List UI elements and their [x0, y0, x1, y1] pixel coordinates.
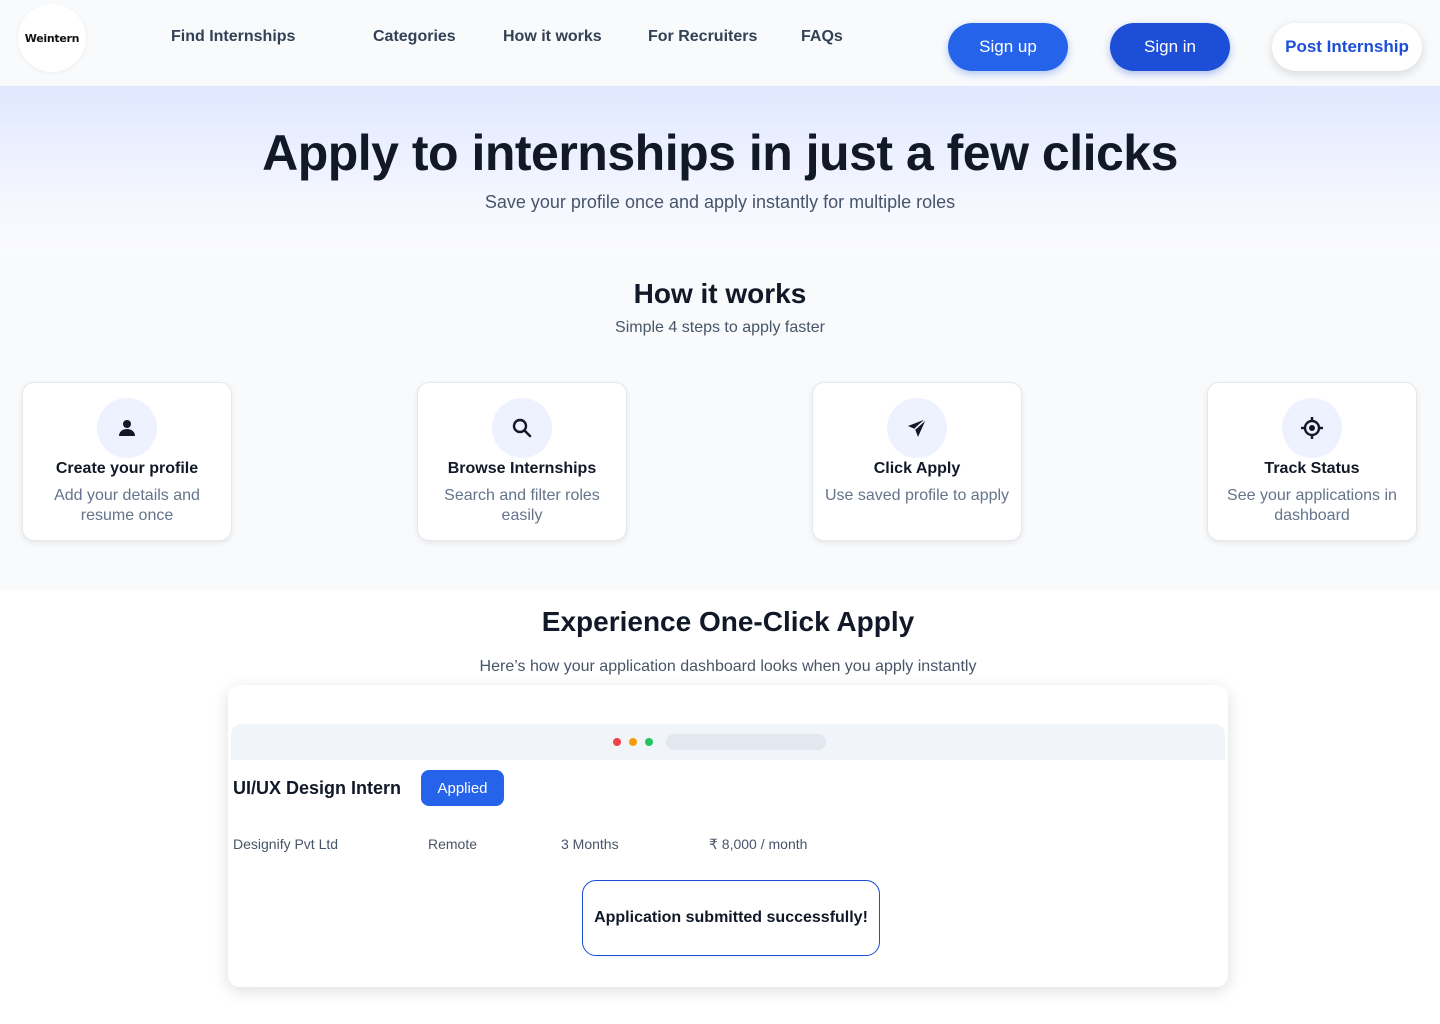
dashboard-preview-window: UI/UX Design Intern Applied Designify Pv… [228, 685, 1228, 987]
top-navbar: Weintern Find Internships Categories How… [0, 0, 1440, 86]
status-badge: Applied [421, 770, 504, 806]
nav-link-for-recruiters[interactable]: For Recruiters [648, 28, 757, 46]
experience-subtitle: Here’s how your application dashboard lo… [479, 658, 977, 675]
sign-up-button[interactable]: Sign up [948, 23, 1068, 71]
job-title: UI/UX Design Intern [233, 778, 402, 798]
job-location: Remote [428, 836, 478, 852]
nav-link-categories[interactable]: Categories [373, 28, 456, 46]
logo-text: Weintern [24, 31, 80, 45]
success-toast: Application submitted successfully! [582, 880, 880, 956]
hero-subtitle: Save your profile once and apply instant… [484, 192, 956, 212]
window-minimize-dot [629, 738, 637, 746]
target-icon [1282, 398, 1342, 458]
section-subtitle: Simple 4 steps to apply faster [615, 319, 825, 336]
hero-title: Apply to internships in just a few click… [262, 125, 1178, 181]
step-title: Create your profile [55, 460, 199, 477]
address-bar [666, 734, 826, 750]
step-title: Click Apply [873, 460, 961, 477]
nav-link-find-internships[interactable]: Find Internships [171, 28, 295, 46]
weintern-logo[interactable]: Weintern [18, 4, 86, 72]
window-close-dot [613, 738, 621, 746]
window-maximize-dot [645, 738, 653, 746]
browser-title-bar [231, 724, 1225, 760]
nav-link-faqs[interactable]: FAQs [801, 28, 843, 46]
step-description: Search and filter roles easily [444, 487, 600, 524]
step-card-track-status: Track Status See your applications in da… [1207, 382, 1417, 541]
hero-section: Apply to internships in just a few click… [0, 86, 1440, 252]
experience-title: Experience One-Click Apply [541, 606, 915, 637]
step-card-browse-internships: Browse Internships Search and filter rol… [417, 382, 627, 541]
how-it-works-section: How it works Simple 4 steps to apply fas… [0, 252, 1440, 590]
step-title: Track Status [1264, 460, 1360, 477]
section-title: How it works [633, 278, 807, 309]
step-title: Browse Internships [447, 460, 597, 477]
step-card-create-profile: Create your profile Add your details and… [22, 382, 232, 541]
step-description: See your applications in dashboard [1227, 487, 1397, 524]
company-name: Designify Pvt Ltd [233, 836, 339, 852]
post-internship-button[interactable]: Post Internship [1272, 23, 1422, 71]
sign-in-button[interactable]: Sign in [1110, 23, 1230, 71]
step-description: Use saved profile to apply [824, 487, 1010, 504]
job-duration: 3 Months [561, 836, 619, 852]
job-stipend: ₹ 8,000 / month [709, 836, 808, 852]
user-icon [97, 398, 157, 458]
step-card-click-apply: Click Apply Use saved profile to apply [812, 382, 1022, 541]
nav-link-how-it-works[interactable]: How it works [503, 28, 602, 46]
search-icon [492, 398, 552, 458]
send-icon [887, 398, 947, 458]
step-description: Add your details and resume once [54, 487, 200, 524]
